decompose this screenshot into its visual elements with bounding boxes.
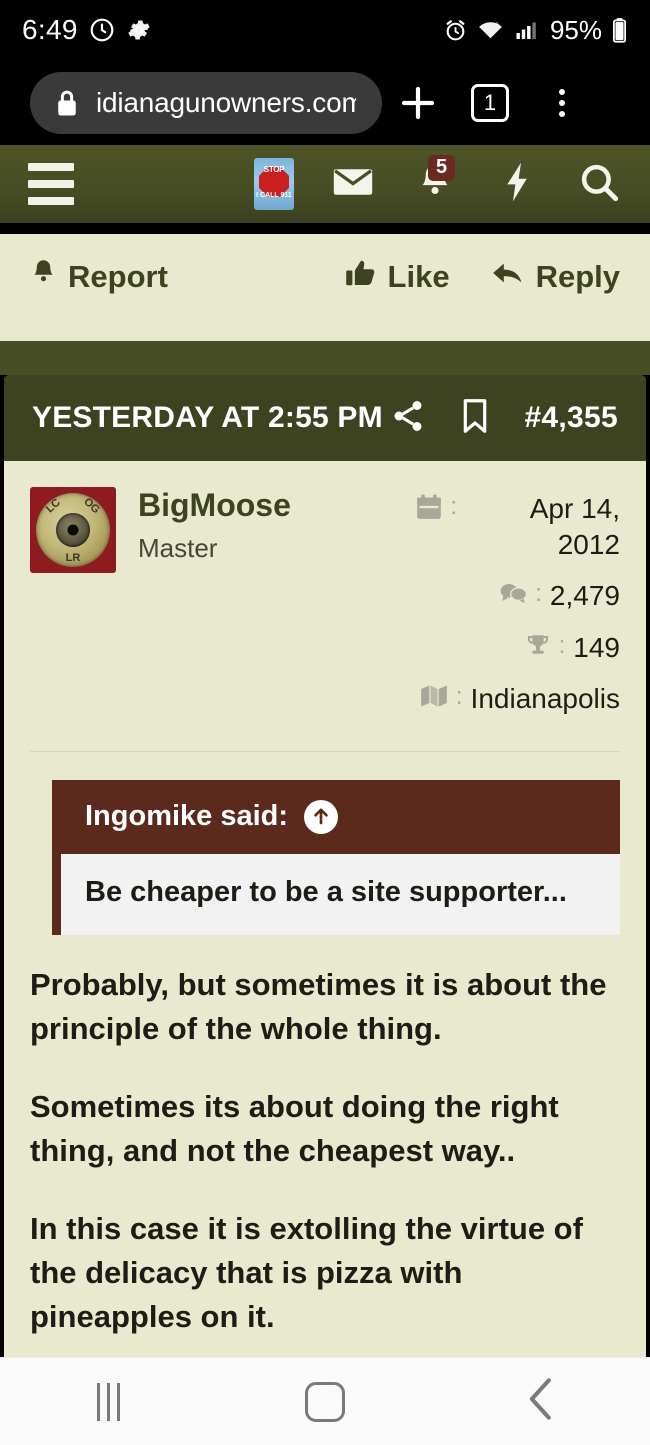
new-tab-button[interactable] — [382, 72, 454, 134]
post-gap — [0, 319, 650, 341]
post-number[interactable]: #4,355 — [524, 401, 618, 435]
like-button-previous[interactable]: Like — [345, 258, 450, 296]
author-stats: : Apr 14, 2012 : 2,479 : 149: Indianapo… — [404, 487, 620, 733]
stat-messages: : 2,479 — [404, 578, 620, 614]
tab-switcher-button[interactable]: 1 — [454, 72, 526, 134]
post-header: YESTERDAY AT 2:55 PM #4,355 — [4, 375, 646, 461]
back-button[interactable] — [482, 1358, 602, 1445]
share-icon[interactable] — [390, 398, 426, 439]
gear-icon — [126, 17, 152, 43]
stat-colon: : — [455, 683, 463, 711]
home-icon — [304, 1381, 345, 1422]
status-bar: 6:49 6 95% — [0, 0, 650, 60]
battery-percent: 95% — [549, 14, 602, 45]
report-label: Report — [68, 258, 168, 294]
forum-post: YESTERDAY AT 2:55 PM #4,355 LC OG LR Big… — [4, 375, 646, 1445]
author-divider — [30, 750, 620, 752]
arrow-up-circle-icon[interactable] — [304, 799, 339, 834]
android-navigation-bar — [0, 1357, 650, 1445]
recents-icon — [96, 1382, 120, 1421]
search-icon — [578, 161, 620, 208]
status-clock: 6:49 — [22, 14, 78, 45]
tab-count: 1 — [471, 83, 509, 122]
clock-face-icon — [89, 17, 115, 43]
messages-icon — [500, 578, 528, 610]
stat-joined: : Apr 14, 2012 — [404, 491, 620, 562]
message-paragraph: Probably, but sometimes it is about the … — [30, 966, 607, 1046]
stat-trophies-value: 149 — [573, 631, 620, 663]
home-button[interactable] — [265, 1358, 385, 1445]
lightning-bolt-icon — [503, 161, 531, 208]
browser-toolbar: idianagunowners.com 1 — [0, 60, 650, 145]
report-button-previous[interactable]: Report — [30, 258, 168, 295]
whats-new-button[interactable] — [494, 159, 540, 209]
stat-location: : Indianapolis — [404, 681, 620, 717]
quote-text: Be cheaper to be a site supporter... — [61, 853, 620, 935]
bell-icon — [30, 258, 57, 295]
firing-pin-dot — [67, 524, 79, 536]
avatar[interactable]: LC OG LR — [30, 487, 116, 573]
user-avatar-nav[interactable]: STOP I CALL 911 — [254, 158, 294, 210]
calendar-icon — [416, 491, 442, 525]
previous-post-actions: Report Like Reply — [0, 234, 650, 319]
author-title: Master — [138, 532, 218, 563]
battery-icon — [611, 17, 628, 44]
alerts-button[interactable]: 5 — [412, 155, 458, 209]
quote-author-label: Ingomike said: — [85, 800, 289, 833]
thumbs-up-icon — [345, 258, 377, 296]
signal-icon — [513, 18, 538, 42]
avatar-bottom-text: I CALL 911 — [256, 192, 292, 199]
quote-attribution: Ingomike said: — [61, 779, 620, 854]
map-icon — [420, 681, 448, 713]
stat-colon: : — [558, 631, 566, 659]
envelope-icon — [332, 166, 374, 203]
message-paragraph: Sometimes its about doing the right thin… — [30, 1088, 559, 1168]
svg-text:6: 6 — [495, 20, 499, 29]
alerts-badge: 5 — [428, 155, 456, 181]
author-info: BigMoose Master — [138, 487, 291, 733]
wifi-icon: 6 — [477, 18, 504, 43]
trophy-icon — [525, 630, 551, 663]
site-navigation-bar: STOP I CALL 911 5 — [0, 145, 650, 223]
kebab-menu-icon — [559, 88, 565, 117]
url-text: idianagunowners.com — [96, 86, 356, 118]
message-paragraph: In this case it is extolling the virtue … — [30, 1210, 583, 1334]
post-separator-band — [0, 341, 650, 375]
inbox-button[interactable] — [330, 159, 376, 209]
stat-colon: : — [450, 493, 457, 520]
nav-divider — [0, 223, 650, 234]
blockquote: Ingomike said: Be cheaper to be a site s… — [52, 779, 620, 935]
stat-colon: : — [535, 580, 542, 608]
avatar-top-text: STOP — [263, 165, 285, 174]
alarm-icon — [443, 18, 468, 43]
stat-messages-value: 2,479 — [549, 580, 620, 612]
post-message: Probably, but sometimes it is about the … — [30, 935, 620, 1339]
hamburger-menu-icon[interactable] — [28, 163, 74, 205]
bookmark-icon[interactable] — [460, 398, 490, 439]
browser-menu-button[interactable] — [526, 72, 598, 134]
stat-location-value: Indianapolis — [470, 683, 620, 715]
headstamp-bottom: LR — [65, 552, 81, 564]
author-username[interactable]: BigMoose — [138, 487, 291, 524]
post-body: LC OG LR BigMoose Master : Apr 14, 2012 — [4, 461, 646, 1445]
reply-label: Reply — [535, 258, 620, 294]
lock-icon — [54, 88, 80, 118]
address-bar[interactable]: idianagunowners.com — [30, 71, 382, 134]
reply-arrow-icon — [492, 259, 525, 295]
phone-screen: 6:49 6 95% idianagunowners.com 1 STOP I … — [0, 0, 650, 1445]
stat-joined-value: Apr 14, 2012 — [529, 493, 620, 560]
stat-trophies: : 149 — [404, 630, 620, 666]
search-button[interactable] — [576, 159, 622, 209]
post-author-row: LC OG LR BigMoose Master : Apr 14, 2012 — [30, 487, 620, 733]
post-timestamp[interactable]: YESTERDAY AT 2:55 PM — [32, 401, 383, 435]
back-icon — [525, 1377, 559, 1426]
recents-button[interactable] — [48, 1358, 168, 1445]
reply-button-previous[interactable]: Reply — [492, 259, 620, 295]
like-label: Like — [387, 258, 450, 294]
